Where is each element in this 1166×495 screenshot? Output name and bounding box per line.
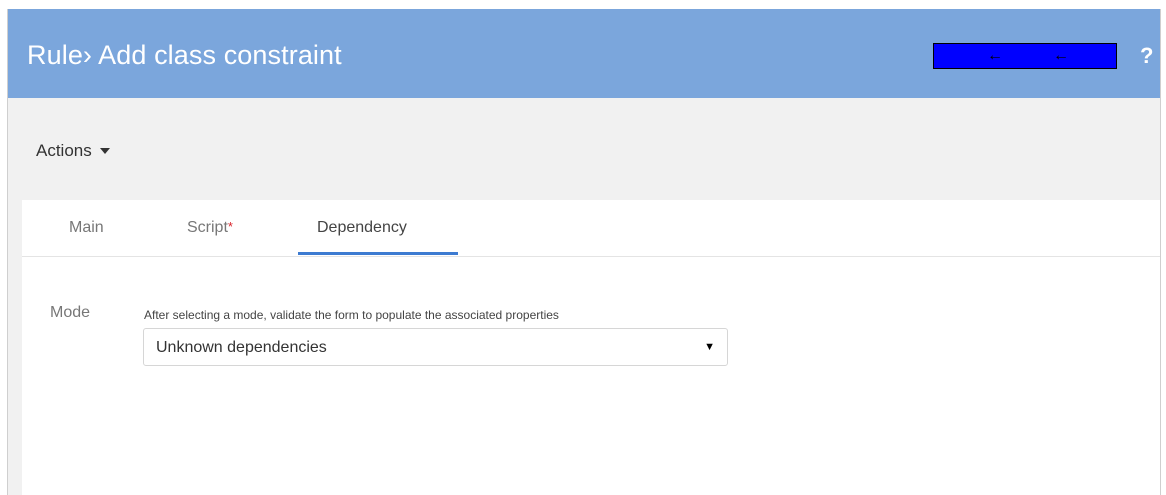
mode-select-value: Unknown dependencies: [156, 339, 327, 356]
history-block-1: [940, 48, 984, 64]
help-button[interactable]: ?: [1140, 43, 1153, 69]
app-window: Rule› Add class constraint ← ← ? Actions…: [7, 9, 1161, 495]
back-arrow-icon: ←: [984, 48, 1006, 64]
history-block-3: [1072, 48, 1116, 64]
mode-hint-text: After selecting a mode, validate the for…: [144, 308, 559, 322]
actions-label: Actions: [36, 141, 92, 160]
dropdown-arrow-icon: ▼: [704, 341, 715, 353]
page-title: Rule› Add class constraint: [27, 40, 342, 70]
tab-main[interactable]: Main: [69, 219, 104, 237]
page-header: Rule› Add class constraint ← ← ?: [8, 9, 1160, 98]
navigation-history-icon[interactable]: ← ←: [933, 43, 1117, 69]
history-block-2: [1006, 48, 1050, 64]
active-tab-indicator: [298, 252, 458, 255]
actions-menu-button[interactable]: Actions: [36, 141, 110, 161]
mode-select[interactable]: Unknown dependencies ▼: [143, 328, 728, 366]
required-marker: *: [227, 219, 233, 234]
tab-bar: Main Script* Dependency: [22, 200, 1160, 257]
tab-dependency-label: Dependency: [317, 219, 407, 236]
mode-label: Mode: [50, 304, 91, 321]
tab-script-label: Script: [187, 219, 228, 236]
content-panel: Main Script* Dependency Mode After selec…: [22, 200, 1160, 495]
back-arrow-icon: ←: [1050, 48, 1072, 64]
tab-dependency[interactable]: Dependency: [317, 219, 407, 237]
caret-down-icon: [99, 148, 110, 154]
tab-main-label: Main: [69, 219, 104, 236]
tab-script[interactable]: Script*: [187, 219, 233, 237]
